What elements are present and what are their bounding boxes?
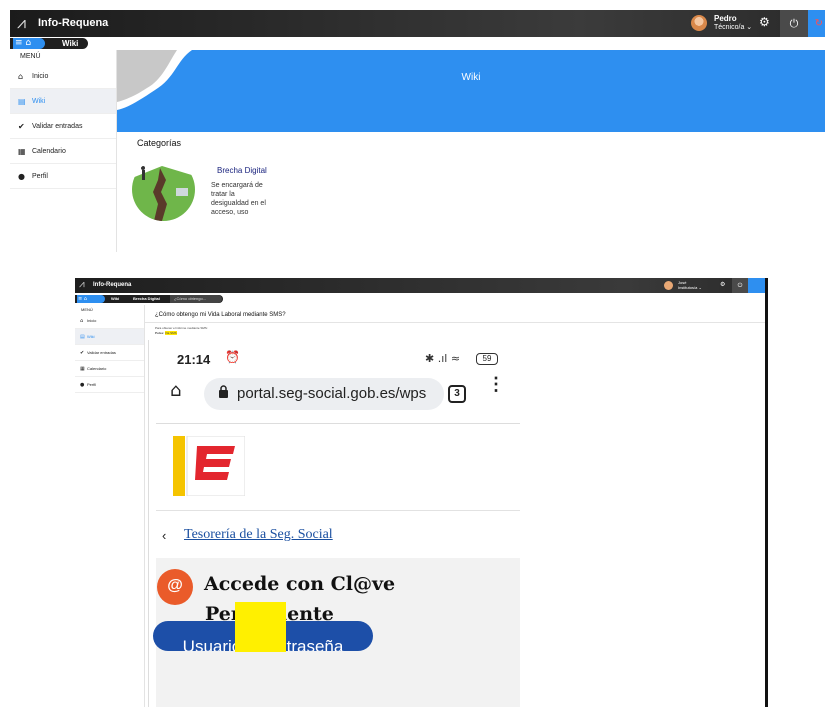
document-icon: ▤ [18,96,26,106]
sidebar-item-label: Perfil [32,172,48,180]
tgss-logo [173,435,246,497]
hero-wave-decoration [117,50,192,110]
menu-heading: MENÚ [81,307,93,312]
avatar[interactable] [664,281,673,290]
sidebar-item-perfil[interactable]: ● Perfil [75,377,144,393]
breadcrumb-wiki[interactable]: Wiki [62,38,78,49]
home-icon: ⌂ [18,71,24,81]
menu-home-icon[interactable]: ≡ ⌂ [13,38,45,49]
back-chevron-icon[interactable]: ‹ [162,528,166,543]
user-icon: ● [18,171,25,181]
hero-title: Wiki [461,72,481,83]
tesoreria-link[interactable]: Tesorería de la Seg. Social [184,527,333,543]
menu-home-icon[interactable]: ≡ ⌂ [77,295,105,303]
categories-heading: Categorías [137,138,182,148]
tabs-count-button[interactable]: 3 [448,385,466,403]
divider [156,423,520,424]
divider [156,510,520,511]
sidebar-item-inicio[interactable]: ⌂ Inicio [10,64,116,89]
sidebar-item-validar[interactable]: ✔ Validar entradas [75,345,144,361]
browser-home-icon[interactable]: ⌂ [170,380,181,401]
sidebar-item-label: Validar entradas [87,350,116,355]
breadcrumb-current[interactable]: ¿Cómo obtengo... [170,295,222,303]
check-icon: ✔ [18,121,25,131]
status-time: 21:14 [177,352,211,367]
signal-wifi-icon: ✱ .ıl ≈ [425,352,461,365]
sidebar-item-label: Inicio [87,318,97,323]
phone-screenshot: 21:14 ⏰ ✱ .ıl ≈ 59 ⌂ portal.seg-social.g… [148,340,520,707]
menu-heading: MENÚ [20,53,41,60]
sidebar-item-validar[interactable]: ✔ Validar entradas [10,114,116,139]
clave-heading: Accede con Cl@ve [204,573,396,595]
gear-icon[interactable]: ⚙ [759,15,770,29]
wiki-screenshot: ⩘ Info-Requena Pedro Técnico/a ⌄ ⚙ ⏻ ↻ ≡… [10,10,825,252]
logo-icon: ⩘ [17,13,27,32]
note-prefix: Pulsa: [155,331,165,335]
sidebar-item-wiki[interactable]: ▤ Wiki [75,329,144,345]
brecha-digital-image[interactable] [132,158,195,221]
gear-icon[interactable]: ⚙ [720,281,725,288]
sidebar-item-label: Wiki [87,334,95,339]
user-role-dropdown[interactable]: Técnico/a ⌄ [714,23,752,32]
sidebar-item-label: Perfil [87,382,97,387]
sidebar-item-inicio[interactable]: ⌂ Inicio [75,313,144,329]
hero-banner: Wiki [117,50,825,132]
sidebar-item-label: Validar entradas [32,122,83,130]
sidebar-item-label: Calendario [32,147,66,155]
lock-icon [218,385,229,402]
user-icon: ● [80,381,85,388]
menu-icon[interactable]: ≡ [15,38,23,48]
avatar[interactable] [691,15,707,31]
sidebar: MENÚ ⌂ Inicio ▤ Wiki ✔ Validar entradas ▦ Ca… [75,305,145,707]
user-name[interactable]: Pedro [714,14,737,23]
user-info[interactable]: José Institutos/a ⌄ [678,280,702,290]
sidebar-item-perfil[interactable]: ● Perfil [10,164,116,189]
sidebar-item-calendario[interactable]: ▦ Calendario [75,361,144,377]
top-app-bar: ⩘ Info-Requena José Institutos/a ⌄ ⚙ ⏻ [75,278,765,293]
sidebar-item-label: Wiki [32,97,46,105]
notification-icon[interactable] [748,278,765,293]
title-divider [145,322,765,323]
home-icon[interactable]: ⌂ [25,38,31,48]
sidebar: MENÚ ⌂ Inicio ▤ Wiki ✔ Validar entradas ▦ Ca… [10,50,117,252]
home-icon: ⌂ [80,317,84,324]
highlight-overlay [235,602,286,652]
battery-icon: 59 [476,353,498,365]
article-title: ¿Cómo obtengo mi Vida Laboral mediante S… [155,312,286,318]
app-title: Info-Requena [38,17,109,29]
sidebar-item-calendario[interactable]: ▦ Calendario [10,139,116,164]
article-screenshot: ⩘ Info-Requena José Institutos/a ⌄ ⚙ ⏻ ≡ … [75,278,768,707]
breadcrumb: ≡ ⌂ Wiki Brecha Digital ¿Cómo obtengo... [75,295,223,303]
logo-icon: ⩘ [79,279,85,290]
menu-dots-icon[interactable]: ⋮ [487,375,505,393]
notification-icon[interactable]: ↻ [808,10,825,37]
sidebar-item-label: Calendario [87,366,107,371]
calendar-icon: ▦ [18,146,26,156]
breadcrumb: ≡ ⌂ Wiki [10,37,825,49]
sidebar-item-label: Inicio [32,72,49,80]
url-text[interactable]: portal.seg-social.gob.es/wps [237,385,437,402]
top-app-bar: ⩘ Info-Requena Pedro Técnico/a ⌄ ⚙ ⏻ ↻ [10,10,825,37]
calendar-icon: ▦ [80,365,85,372]
breadcrumb-wiki[interactable]: Wiki [111,296,119,301]
alarm-icon: ⏰ [225,350,240,364]
address-bar[interactable]: portal.seg-social.gob.es/wps [204,378,444,410]
clave-icon: @ [157,569,193,605]
card-title[interactable]: Brecha Digital [217,166,267,175]
power-icon[interactable]: ⏻ [732,278,748,293]
check-icon: ✔ [80,349,85,356]
document-icon: ▤ [80,333,85,340]
power-icon[interactable]: ⏻ [780,10,808,37]
note-highlight: Vía SMS [164,331,177,335]
breadcrumb-pill: ≡ ⌂ Wiki [10,38,88,49]
breadcrumb-category[interactable]: Brecha Digital [133,296,160,301]
article-note: Para obtener el informe mediante SMS: [155,326,208,330]
user-role-dropdown[interactable]: Institutos/a ⌄ [678,285,702,290]
article-note-2: Pulsa: Vía SMS [155,331,177,335]
app-title: Info-Requena [93,282,132,288]
sidebar-item-wiki[interactable]: ▤ Wiki [10,89,116,114]
card-description: Se encargará de tratar la desigualdad en… [211,182,266,216]
